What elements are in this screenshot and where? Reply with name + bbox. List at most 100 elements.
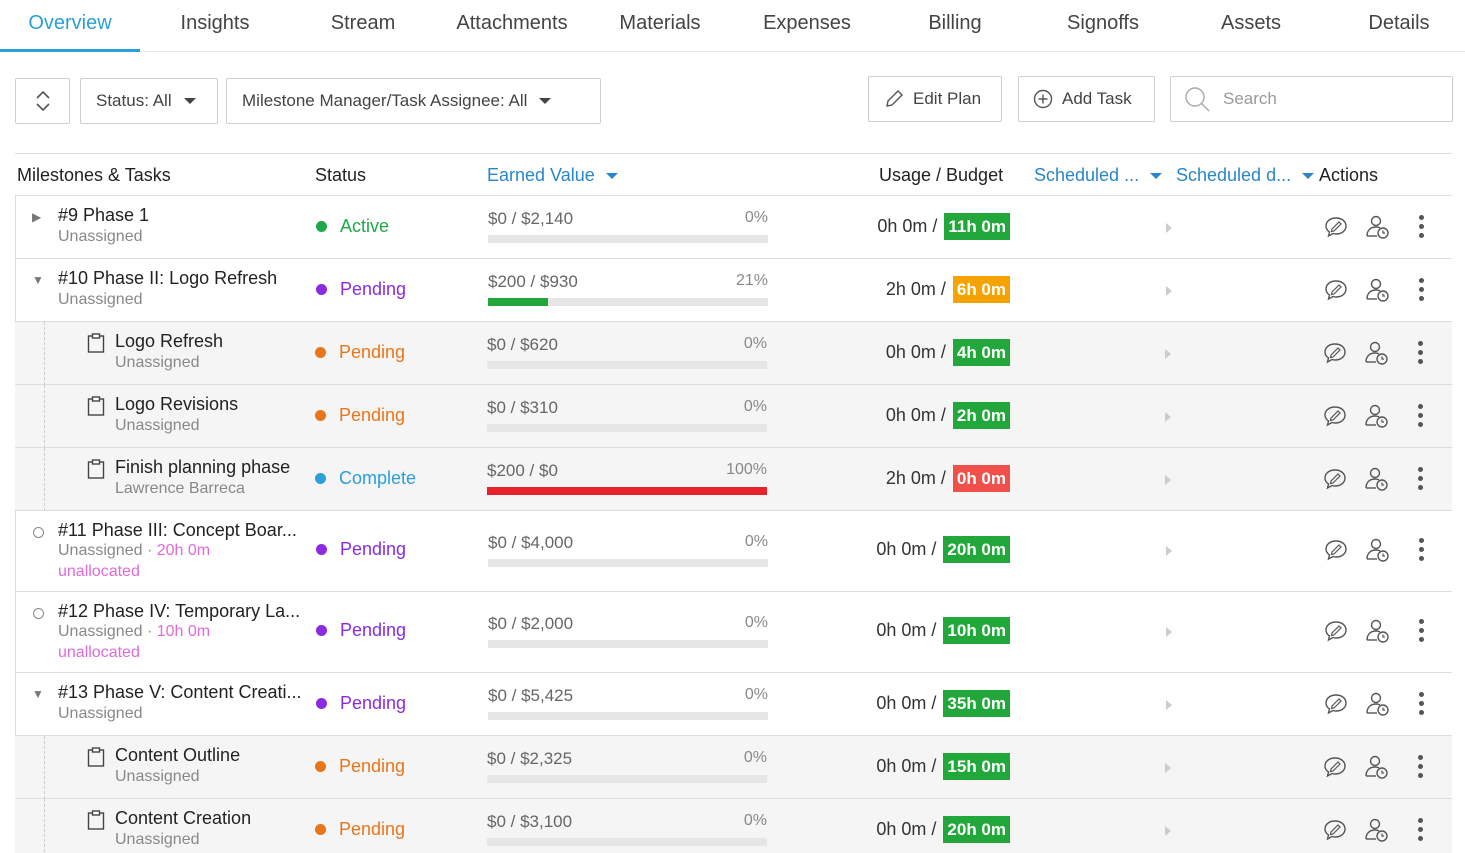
expand-arrow-icon[interactable]: ▶ xyxy=(32,210,41,224)
status-circle-icon[interactable] xyxy=(33,608,44,619)
status-circle-icon[interactable] xyxy=(33,527,44,538)
comment-icon[interactable] xyxy=(1322,818,1348,847)
earned-value-percent: 0% xyxy=(744,209,768,226)
add-task-button[interactable]: Add Task xyxy=(1018,76,1155,122)
assign-user-icon[interactable] xyxy=(1363,403,1389,434)
task-row[interactable]: Logo Revisions Unassigned Pending $0 / $31… xyxy=(15,385,1452,448)
header-scheduled-due[interactable]: Scheduled d... xyxy=(1176,154,1315,196)
status-badge[interactable]: Pending xyxy=(316,279,406,300)
usage-budget: 0h 0m / 11h 0m xyxy=(877,213,1010,240)
comment-icon[interactable] xyxy=(1323,619,1349,648)
tab-billing[interactable]: Billing xyxy=(882,0,1028,52)
more-vert-icon[interactable] xyxy=(1418,341,1424,368)
status-dot xyxy=(316,544,327,555)
milestone-row[interactable]: ▶ #9 Phase 1 Unassigned Active $0 / $2,140 0… xyxy=(15,196,1452,259)
sort-button[interactable] xyxy=(15,78,70,124)
tab-materials[interactable]: Materials xyxy=(588,0,732,52)
comment-icon[interactable] xyxy=(1323,278,1349,307)
tab-assets[interactable]: Assets xyxy=(1178,0,1324,52)
header-earned-value[interactable]: Earned Value xyxy=(487,154,618,196)
comment-icon[interactable] xyxy=(1322,755,1348,784)
row-name[interactable]: #11 Phase III: Concept Boar... xyxy=(58,520,297,541)
task-row[interactable]: Content Creation Unassigned Pending $0 / $… xyxy=(15,799,1452,853)
comment-icon[interactable] xyxy=(1322,341,1348,370)
comment-icon[interactable] xyxy=(1322,467,1348,496)
expand-schedule-icon[interactable] xyxy=(1166,286,1172,296)
usage-budget: 0h 0m / 20h 0m xyxy=(876,536,1010,563)
more-vert-icon[interactable] xyxy=(1418,404,1424,431)
row-name[interactable]: Finish planning phase xyxy=(115,457,290,478)
row-name[interactable]: Content Outline xyxy=(115,745,240,766)
more-vert-icon[interactable] xyxy=(1419,215,1425,242)
row-name[interactable]: #10 Phase II: Logo Refresh xyxy=(58,268,277,289)
assign-user-icon[interactable] xyxy=(1364,618,1390,649)
more-vert-icon[interactable] xyxy=(1419,538,1425,565)
expand-schedule-icon[interactable] xyxy=(1166,546,1172,556)
status-badge[interactable]: Pending xyxy=(316,539,406,560)
header-scheduled-start[interactable]: Scheduled ... xyxy=(1034,154,1163,196)
row-name[interactable]: #12 Phase IV: Temporary La... xyxy=(58,601,300,622)
status-filter[interactable]: Status: All xyxy=(80,78,218,124)
status-badge[interactable]: Pending xyxy=(315,405,405,426)
status-badge[interactable]: Complete xyxy=(315,468,416,489)
more-vert-icon[interactable] xyxy=(1418,755,1424,782)
assign-user-icon[interactable] xyxy=(1364,537,1390,568)
assign-user-icon[interactable] xyxy=(1363,340,1389,371)
more-vert-icon[interactable] xyxy=(1419,278,1425,305)
assign-user-icon[interactable] xyxy=(1363,466,1389,497)
tab-signoffs[interactable]: Signoffs xyxy=(1028,0,1178,52)
expand-schedule-icon[interactable] xyxy=(1166,223,1172,233)
comment-icon[interactable] xyxy=(1323,215,1349,244)
collapse-arrow-icon[interactable]: ▼ xyxy=(32,273,44,287)
tab-stream[interactable]: Stream xyxy=(290,0,436,52)
more-vert-icon[interactable] xyxy=(1419,692,1425,719)
milestone-row[interactable]: #11 Phase III: Concept Boar... Unassigned… xyxy=(15,511,1452,592)
assign-user-icon[interactable] xyxy=(1363,817,1389,848)
expand-schedule-icon[interactable] xyxy=(1165,349,1171,359)
row-name[interactable]: #13 Phase V: Content Creati... xyxy=(58,682,301,703)
comment-icon[interactable] xyxy=(1323,538,1349,567)
more-vert-icon[interactable] xyxy=(1418,467,1424,494)
expand-schedule-icon[interactable] xyxy=(1165,412,1171,422)
assign-user-icon[interactable] xyxy=(1363,754,1389,785)
milestone-row[interactable]: ▼ #13 Phase V: Content Creati... Unassigne… xyxy=(15,673,1452,736)
row-name[interactable]: Logo Revisions xyxy=(115,394,238,415)
status-badge[interactable]: Pending xyxy=(315,819,405,840)
tab-details[interactable]: Details xyxy=(1324,0,1465,52)
collapse-arrow-icon[interactable]: ▼ xyxy=(32,687,44,701)
tab-attachments[interactable]: Attachments xyxy=(436,0,588,52)
task-row[interactable]: Logo Refresh Unassigned Pending $0 / $620 0… xyxy=(15,322,1452,385)
assignee-filter[interactable]: Milestone Manager/Task Assignee: All xyxy=(226,78,601,124)
expand-schedule-icon[interactable] xyxy=(1165,826,1171,836)
tab-overview[interactable]: Overview xyxy=(0,0,140,52)
earned-value-bar-fill xyxy=(487,487,767,495)
row-name[interactable]: Content Creation xyxy=(115,808,251,829)
tab-insights[interactable]: Insights xyxy=(140,0,290,52)
tab-expenses[interactable]: Expenses xyxy=(732,0,882,52)
assign-user-icon[interactable] xyxy=(1364,214,1390,245)
assign-user-icon[interactable] xyxy=(1364,277,1390,308)
task-row[interactable]: Content Outline Unassigned Pending $0 / $2… xyxy=(15,736,1452,799)
assign-user-icon[interactable] xyxy=(1364,691,1390,722)
milestone-row[interactable]: #12 Phase IV: Temporary La... Unassigned … xyxy=(15,592,1452,673)
status-badge[interactable]: Pending xyxy=(316,620,406,641)
comment-icon[interactable] xyxy=(1322,404,1348,433)
expand-schedule-icon[interactable] xyxy=(1165,475,1171,485)
task-row[interactable]: Finish planning phase Lawrence Barreca Com… xyxy=(15,448,1452,511)
row-name[interactable]: Logo Refresh xyxy=(115,331,223,352)
status-badge[interactable]: Pending xyxy=(315,756,405,777)
search-input[interactable]: Search xyxy=(1170,76,1453,122)
status-badge[interactable]: Pending xyxy=(316,693,406,714)
comment-icon[interactable] xyxy=(1323,692,1349,721)
expand-schedule-icon[interactable] xyxy=(1166,627,1172,637)
edit-plan-button[interactable]: Edit Plan xyxy=(868,76,1002,122)
milestone-row[interactable]: ▼ #10 Phase II: Logo Refresh Unassigned Pen… xyxy=(15,259,1452,322)
expand-schedule-icon[interactable] xyxy=(1166,700,1172,710)
more-vert-icon[interactable] xyxy=(1419,619,1425,646)
status-badge[interactable]: Active xyxy=(316,216,389,237)
status-badge[interactable]: Pending xyxy=(315,342,405,363)
row-name[interactable]: #9 Phase 1 xyxy=(58,205,149,226)
more-vert-icon[interactable] xyxy=(1418,818,1424,845)
status-dot xyxy=(316,284,327,295)
expand-schedule-icon[interactable] xyxy=(1165,763,1171,773)
